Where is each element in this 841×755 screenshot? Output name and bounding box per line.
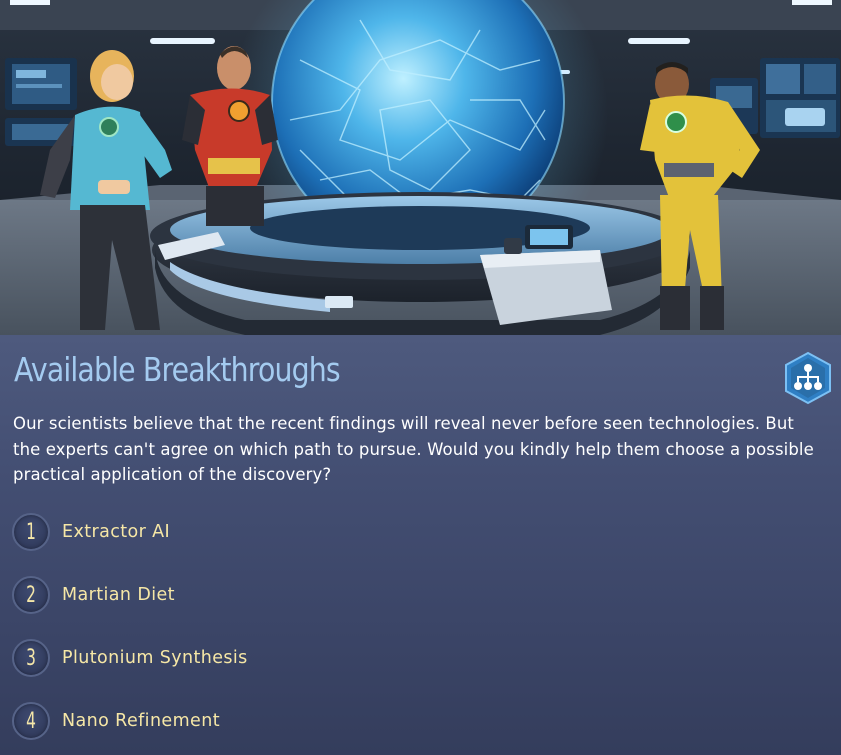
option-number: 4 xyxy=(26,708,36,734)
option-number-badge: 4 xyxy=(12,702,50,740)
option-extractor-ai[interactable]: 1 Extractor AI xyxy=(12,511,612,553)
option-nano-refinement[interactable]: 4 Nano Refinement xyxy=(12,700,612,742)
option-number: 1 xyxy=(26,519,36,545)
option-number-badge: 3 xyxy=(12,639,50,677)
lab-illustration xyxy=(0,0,841,335)
option-number: 2 xyxy=(26,582,36,608)
option-number: 3 xyxy=(26,645,36,671)
option-martian-diet[interactable]: 2 Martian Diet xyxy=(12,574,612,616)
option-number-badge: 1 xyxy=(12,513,50,551)
option-label: Extractor AI xyxy=(62,522,171,542)
option-label: Martian Diet xyxy=(62,585,175,605)
panel-description: Our scientists believe that the recent f… xyxy=(13,414,814,484)
option-label: Plutonium Synthesis xyxy=(62,648,248,668)
option-label: Nano Refinement xyxy=(62,711,220,731)
panel-title: Available Breakthroughs xyxy=(14,350,341,389)
option-plutonium-synthesis[interactable]: 3 Plutonium Synthesis xyxy=(12,637,612,679)
breakthrough-panel: Available Breakthroughs Our scientists b… xyxy=(0,335,841,755)
option-number-badge: 2 xyxy=(12,576,50,614)
breakthrough-dialog: Available Breakthroughs Our scientists b… xyxy=(0,0,841,755)
research-tree-button[interactable] xyxy=(784,351,832,405)
research-tree-icon xyxy=(785,351,831,405)
